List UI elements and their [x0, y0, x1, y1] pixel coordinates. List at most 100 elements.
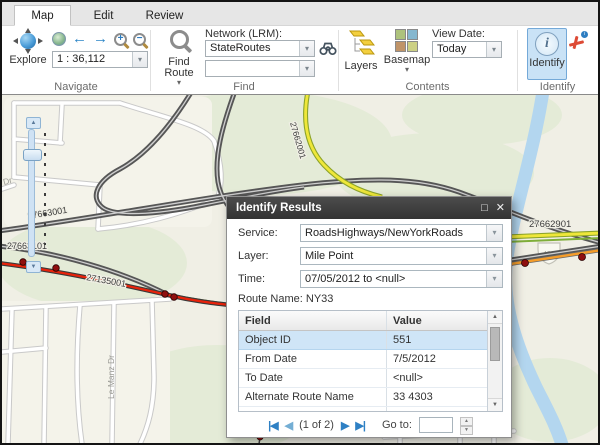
- table-row[interactable]: Alternate Route Name 33 4303: [239, 388, 487, 407]
- basemap-button[interactable]: Basemap ▾: [384, 29, 430, 73]
- svg-text:27662901: 27662901: [529, 219, 571, 230]
- basemap-dropdown-icon: ▾: [405, 66, 409, 73]
- layer-combo[interactable]: Mile Point ▾: [300, 247, 503, 265]
- identify-button[interactable]: i Identify: [527, 28, 567, 80]
- basemap-icon: [395, 29, 419, 53]
- layers-label: Layers: [344, 61, 377, 72]
- zoom-slider-up-button[interactable]: ▲: [26, 117, 41, 129]
- service-label: Service:: [238, 227, 300, 239]
- tab-edit[interactable]: Edit: [75, 5, 132, 26]
- previous-page-button[interactable]: ◀: [285, 419, 292, 432]
- scrollbar-thumb[interactable]: [490, 327, 500, 361]
- binoculars-icon[interactable]: [319, 41, 337, 56]
- network-lrm-value: StateRoutes: [206, 41, 299, 56]
- goto-spinner: ▲ ▼: [460, 417, 473, 434]
- zoom-slider-handle[interactable]: [23, 149, 42, 161]
- group-label-find: Find: [150, 81, 338, 93]
- app-window: Map Edit Review Explore ← → + − 1 : 36,1…: [0, 0, 600, 445]
- table-row[interactable]: To Date <null>: [239, 369, 487, 388]
- goto-label: Go to:: [382, 419, 412, 431]
- spinner-up-icon[interactable]: ▲: [460, 417, 473, 426]
- tab-map[interactable]: Map: [14, 5, 71, 26]
- spinner-down-icon[interactable]: ▼: [460, 426, 473, 435]
- route-name-value: NY33: [306, 293, 334, 305]
- find-route-magnifier-icon: [170, 30, 189, 49]
- full-extent-globe-icon[interactable]: [52, 32, 66, 46]
- time-dropdown-icon[interactable]: ▾: [486, 271, 502, 287]
- zoom-in-button[interactable]: +: [114, 33, 127, 46]
- explore-icon: [15, 29, 41, 53]
- network-lrm-label: Network (LRM):: [205, 28, 282, 40]
- next-page-button[interactable]: ▶: [341, 419, 348, 432]
- first-page-button[interactable]: |◀: [268, 419, 278, 432]
- column-header-field: Field: [239, 311, 387, 330]
- app-frame: Map Edit Review Explore ← → + − 1 : 36,1…: [2, 2, 598, 443]
- page-indicator: (1 of 2): [299, 419, 334, 431]
- zoom-slider-ticks: [44, 133, 46, 245]
- route-combo-dropdown-icon[interactable]: ▾: [299, 61, 314, 76]
- table-row[interactable]: Object ID 551: [239, 331, 487, 350]
- layer-label: Layer:: [238, 250, 300, 262]
- previous-extent-button[interactable]: ←: [72, 32, 87, 46]
- explore-label: Explore: [9, 55, 46, 66]
- route-combo-value: [206, 61, 299, 76]
- identify-label: Identify: [529, 58, 564, 69]
- tab-review[interactable]: Review: [136, 5, 193, 26]
- attributes-table: Field Value Object ID 551 From Date 7/5/…: [238, 310, 503, 412]
- service-value: RoadsHighways/NewYorkRoads: [301, 225, 486, 241]
- tab-review-label: Review: [146, 10, 184, 22]
- time-value: 07/05/2012 to <null>: [301, 271, 486, 287]
- layers-icon: [347, 29, 375, 59]
- view-date-dropdown-icon[interactable]: ▾: [486, 42, 501, 57]
- table-header-row: Field Value: [239, 311, 487, 331]
- layers-button[interactable]: Layers: [342, 29, 380, 72]
- map-scale-value: 1 : 36,112: [53, 52, 132, 67]
- group-label-contents: Contents: [338, 81, 517, 93]
- maximize-icon[interactable]: □: [481, 203, 488, 214]
- layer-value: Mile Point: [301, 248, 486, 264]
- identify-icon: i: [535, 32, 559, 56]
- view-date-value: Today: [433, 42, 486, 57]
- service-dropdown-icon[interactable]: ▾: [486, 225, 502, 241]
- scrollbar-up-icon[interactable]: ▲: [488, 311, 502, 324]
- zoom-out-button[interactable]: −: [133, 33, 146, 46]
- table-row[interactable]: From Date 7/5/2012: [239, 350, 487, 369]
- close-icon[interactable]: ✕: [496, 203, 505, 214]
- identify-route-locations-tool[interactable]: i: [569, 34, 586, 50]
- svg-text:Le Manz Dr: Le Manz Dr: [106, 355, 116, 399]
- view-date-label: View Date:: [432, 28, 485, 40]
- table-scrollbar[interactable]: ▲ ▼: [487, 311, 502, 411]
- map-area: 490: [2, 94, 598, 443]
- ribbon: Explore ← → + − 1 : 36,112 ▾ Navigate Fi…: [2, 26, 598, 94]
- route-name-label: Route Name:: [238, 293, 303, 305]
- table-row-partial[interactable]: [239, 407, 487, 412]
- map-scale-combo[interactable]: 1 : 36,112 ▾: [52, 51, 148, 68]
- goto-page-input[interactable]: [419, 417, 453, 433]
- dialog-title-bar[interactable]: Identify Results □ ✕: [227, 197, 511, 219]
- column-header-value: Value: [387, 315, 487, 327]
- zoom-slider-down-button[interactable]: ▼: [26, 261, 41, 273]
- dialog-title: Identify Results: [236, 202, 322, 214]
- network-lrm-dropdown-icon[interactable]: ▾: [299, 41, 314, 56]
- identify-results-dialog: Identify Results □ ✕ Service: RoadsHighw…: [226, 196, 512, 438]
- view-date-combo[interactable]: Today ▾: [432, 41, 502, 58]
- explore-button[interactable]: Explore: [6, 29, 50, 66]
- pagination-bar: |◀ ◀ (1 of 2) ▶ ▶| Go to: ▲ ▼: [238, 415, 503, 435]
- tab-map-label: Map: [31, 10, 53, 22]
- ribbon-tab-bar: Map Edit Review: [2, 2, 598, 26]
- group-label-navigate: Navigate: [2, 81, 150, 93]
- layer-dropdown-icon[interactable]: ▾: [486, 248, 502, 264]
- time-combo[interactable]: 07/05/2012 to <null> ▾: [300, 270, 503, 288]
- route-combo-empty[interactable]: ▾: [205, 60, 315, 77]
- last-page-button[interactable]: ▶|: [355, 419, 365, 432]
- group-label-identify: Identify: [517, 81, 598, 93]
- network-lrm-combo[interactable]: StateRoutes ▾: [205, 40, 315, 57]
- tab-edit-label: Edit: [94, 10, 114, 22]
- next-extent-button[interactable]: →: [93, 32, 108, 46]
- time-label: Time:: [238, 273, 300, 285]
- scrollbar-down-icon[interactable]: ▼: [488, 398, 502, 411]
- info-dot-icon: i: [581, 31, 588, 38]
- service-combo[interactable]: RoadsHighways/NewYorkRoads ▾: [300, 224, 503, 242]
- find-route-button[interactable]: Find Route ▾: [158, 30, 200, 86]
- map-scale-dropdown-icon[interactable]: ▾: [132, 52, 147, 67]
